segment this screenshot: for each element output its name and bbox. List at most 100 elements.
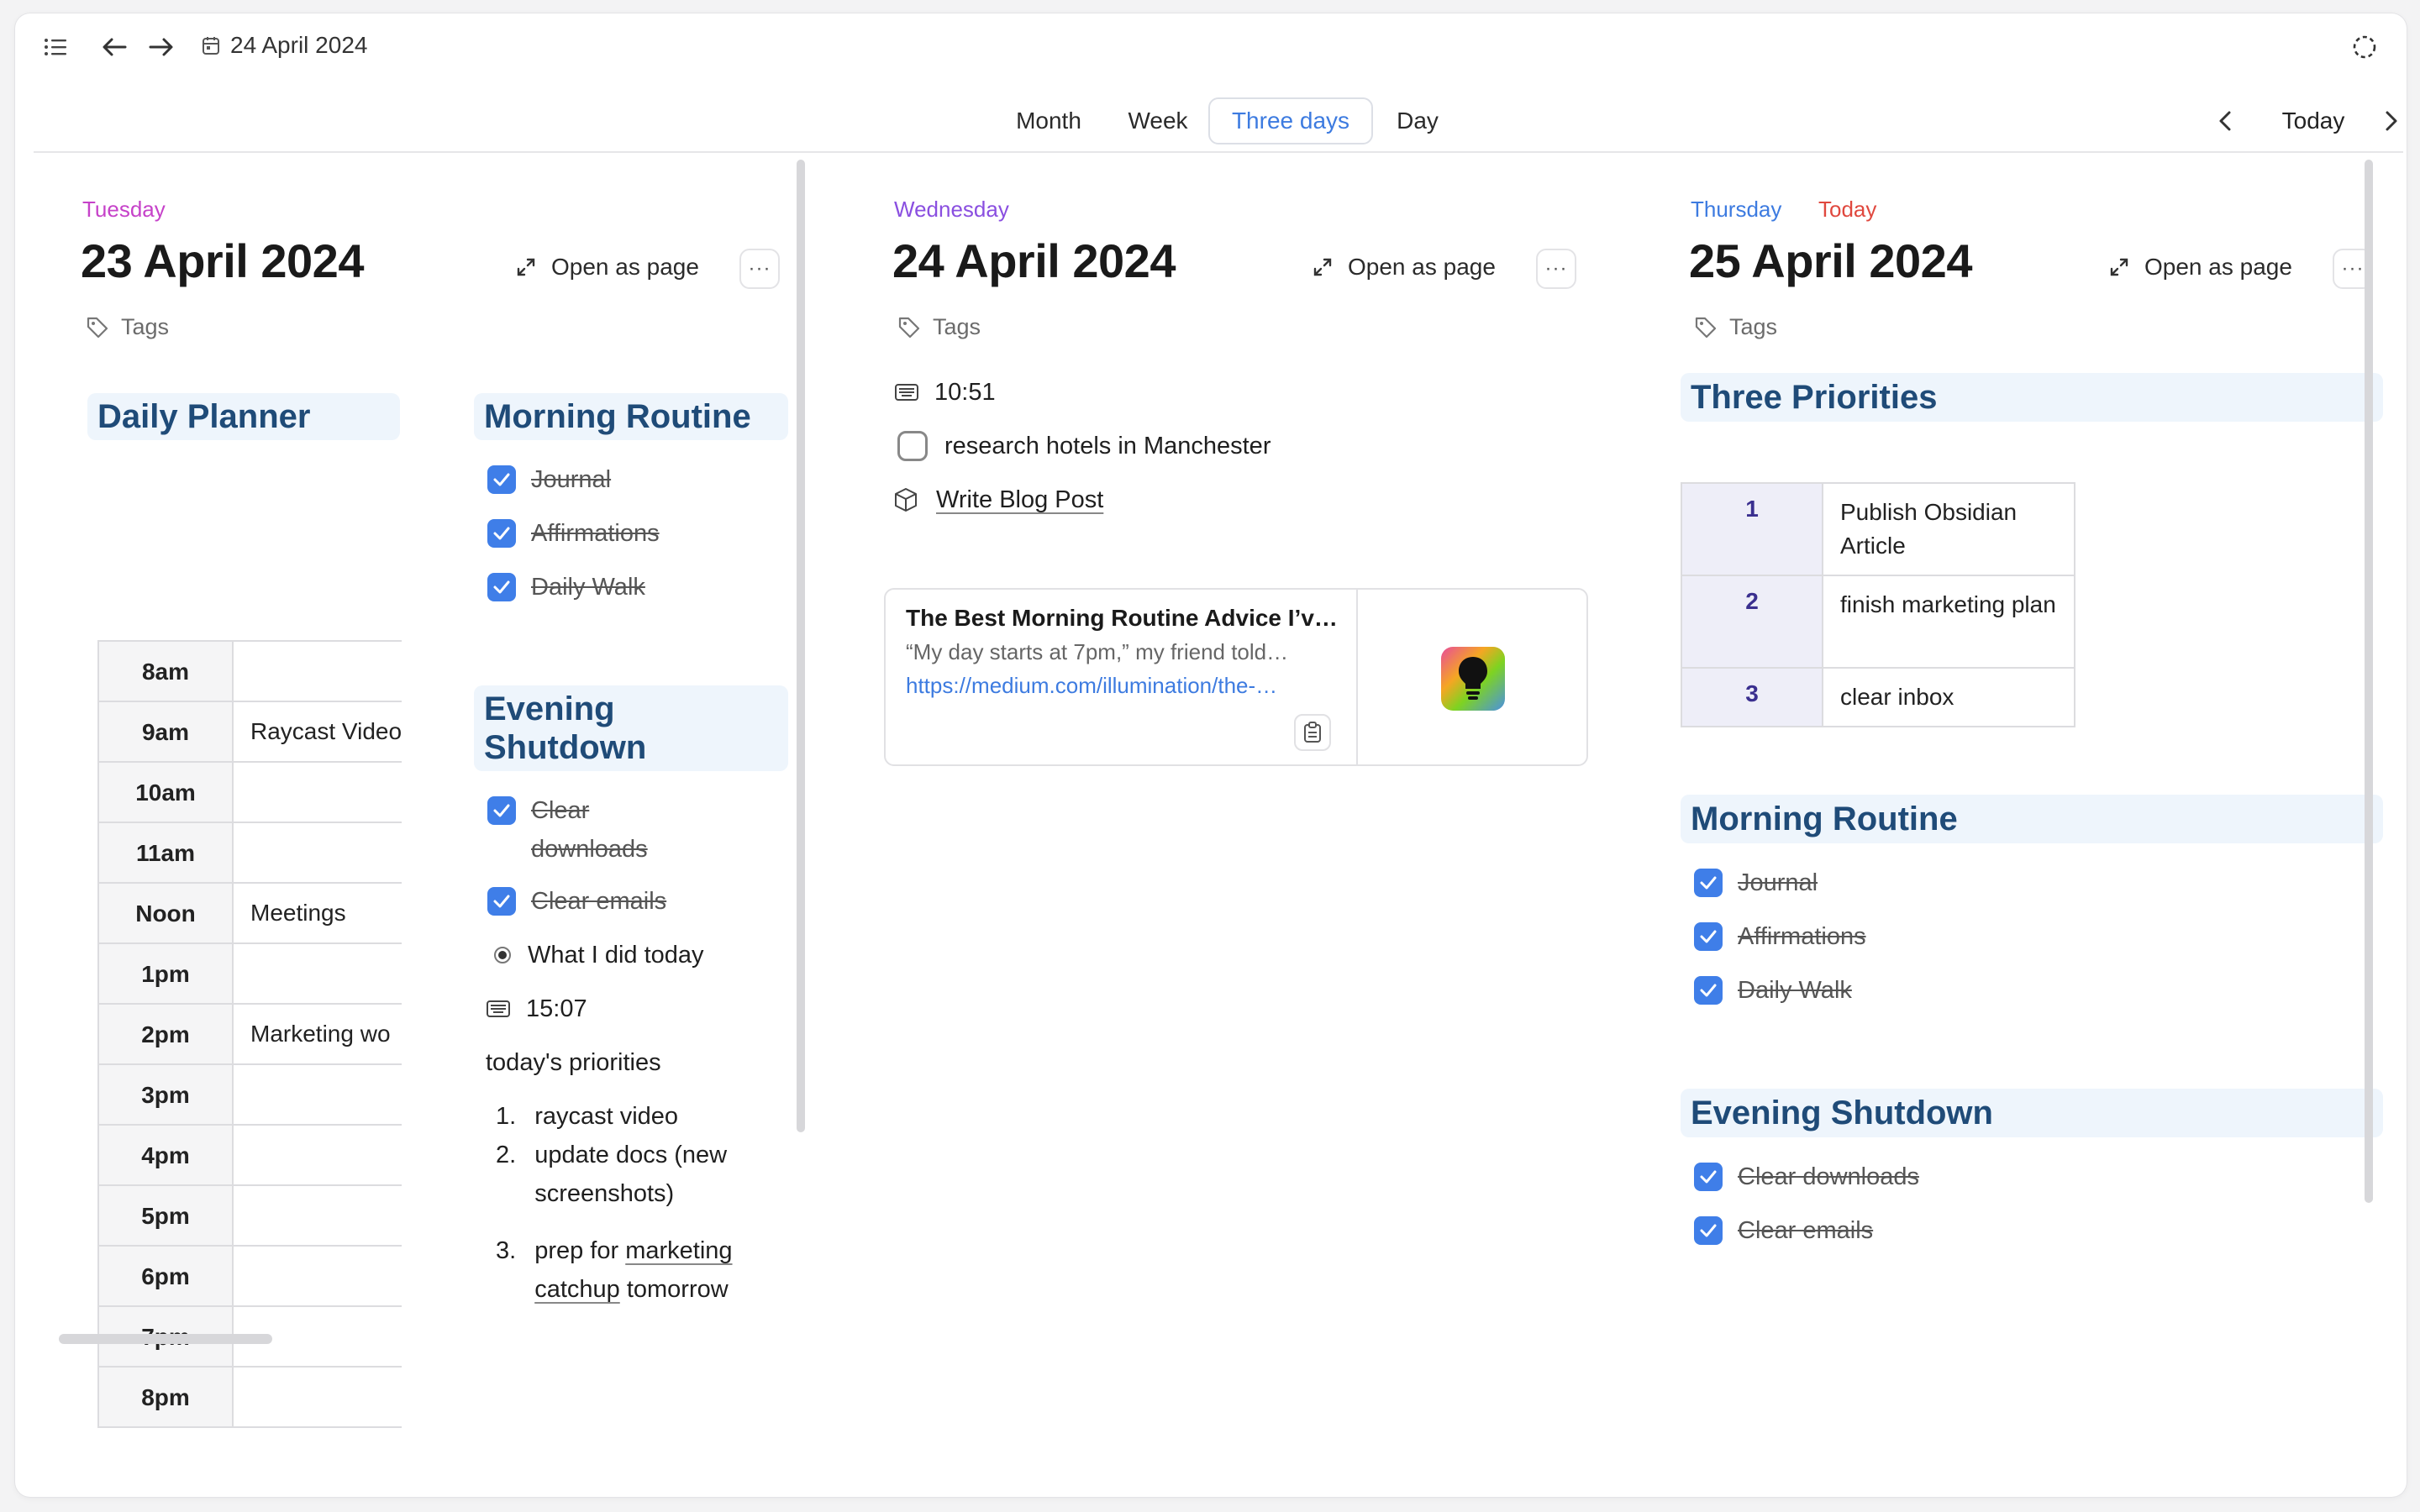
today-button[interactable]: Today [2260, 97, 2366, 144]
checked-checkbox-icon[interactable] [487, 465, 516, 494]
tags-label: Tags [933, 314, 981, 339]
planner-time-cell: 5pm [99, 1186, 234, 1247]
weekday-label: Thursday [1691, 197, 1782, 222]
table-row: 10am [99, 761, 402, 823]
checklist-item-label: Clear emails [531, 888, 667, 915]
checklist-item[interactable]: Affirmations [1694, 917, 1866, 956]
checklist-item[interactable]: Clear downloads [487, 791, 648, 869]
planner-entry-cell[interactable] [234, 642, 250, 701]
tags-property[interactable]: Tags [1694, 314, 1777, 340]
open-as-page-button[interactable]: Open as page [2109, 254, 2292, 281]
checklist-item[interactable]: Daily Walk [1694, 971, 1852, 1010]
checklist-item-label: Clear downloads [531, 791, 648, 869]
unchecked-checkbox-icon[interactable] [897, 431, 928, 461]
marketing-catchup-link[interactable]: catchup [534, 1276, 620, 1303]
checked-checkbox-icon[interactable] [487, 887, 516, 916]
planner-entry-cell[interactable] [234, 944, 250, 1003]
planner-time-cell: 8am [99, 642, 234, 702]
checked-checkbox-icon[interactable] [1694, 869, 1723, 897]
priority-text[interactable]: Publish Obsidian Article [1823, 484, 2074, 575]
checklist-item[interactable]: Journal [1694, 864, 1818, 902]
tags-label: Tags [121, 314, 170, 339]
open-as-page-button[interactable]: Open as page [516, 254, 699, 281]
sidebar-toggle-icon[interactable] [39, 30, 72, 64]
planner-entry-cell[interactable]: Marketing wo [234, 1005, 391, 1063]
daily-planner-heading: Daily Planner [87, 393, 400, 440]
marketing-catchup-link[interactable]: marketing [625, 1237, 732, 1264]
checklist-item[interactable]: Daily Walk [487, 568, 645, 606]
tag-icon [898, 317, 920, 338]
vertical-scrollbar[interactable] [2365, 160, 2373, 1203]
link-preview-card[interactable]: The Best Morning Routine Advice I’ve… “M… [884, 588, 1588, 766]
list-item-label: update docs (new screenshots) [534, 1136, 727, 1213]
back-arrow-icon[interactable] [97, 30, 131, 64]
checked-checkbox-icon[interactable] [1694, 976, 1723, 1005]
evening-shutdown-heading: Evening Shutdown [1681, 1089, 2383, 1137]
tags-property[interactable]: Tags [86, 314, 169, 340]
checklist-item[interactable]: Clear emails [487, 882, 666, 921]
priority-text[interactable]: clear inbox [1823, 669, 2074, 726]
open-as-page-label: Open as page [1348, 254, 1496, 280]
checked-checkbox-icon[interactable] [487, 796, 516, 825]
date-title: 23 April 2024 [81, 234, 364, 287]
planner-time-cell: 3pm [99, 1065, 234, 1126]
time-stamp: 10:51 [894, 373, 996, 412]
task-item[interactable]: research hotels in Manchester [897, 427, 1270, 465]
write-blog-post-link[interactable]: Write Blog Post [936, 480, 1103, 519]
breadcrumb[interactable]: 24 April 2024 [202, 29, 367, 62]
planner-entry-cell[interactable] [234, 1126, 250, 1184]
planner-entry-cell[interactable]: Raycast Video [234, 702, 402, 761]
linked-page-item[interactable]: Write Blog Post [894, 480, 1103, 519]
task-item-label: research hotels in Manchester [944, 433, 1271, 459]
checklist-item-label: Daily Walk [1738, 977, 1852, 1004]
planner-entry-cell[interactable] [234, 1368, 250, 1426]
horizontal-scrollbar[interactable] [59, 1334, 272, 1344]
link-preview-title: The Best Morning Routine Advice I’ve… [906, 605, 1343, 631]
tags-property[interactable]: Tags [897, 314, 981, 340]
table-bottom-border [99, 1426, 402, 1428]
planner-entry-cell[interactable]: Meetings [234, 884, 346, 942]
loading-circle-icon[interactable] [2348, 30, 2381, 64]
checked-checkbox-icon[interactable] [1694, 1216, 1723, 1245]
checked-checkbox-icon[interactable] [1694, 922, 1723, 951]
date-title: 24 April 2024 [892, 234, 1176, 287]
planner-entry-cell[interactable] [234, 1065, 250, 1124]
table-row: Noon Meetings [99, 882, 402, 944]
next-chevron-icon[interactable] [2373, 97, 2407, 144]
checklist-item[interactable]: Journal [487, 460, 611, 499]
checked-checkbox-icon[interactable] [487, 573, 516, 601]
planner-entry-cell[interactable] [234, 763, 250, 822]
view-month-button[interactable]: Month [998, 97, 1099, 144]
table-row: 1 Publish Obsidian Article [1682, 484, 2074, 575]
checklist-item[interactable]: Affirmations [487, 514, 660, 553]
checked-checkbox-icon[interactable] [1694, 1163, 1723, 1191]
more-options-button[interactable]: ··· [1536, 249, 1576, 289]
top-bar: 24 April 2024 [15, 13, 2407, 74]
numbered-item: 3. prep for marketing catchup tomorrow [496, 1231, 733, 1309]
priority-text[interactable]: finish marketing plan [1823, 576, 2074, 667]
view-three-days-button[interactable]: Three days [1208, 97, 1373, 144]
table-row: 6pm [99, 1245, 402, 1307]
link-preview-url[interactable]: https://medium.com/illumination/the-… [906, 669, 1343, 702]
open-as-page-button[interactable]: Open as page [1313, 254, 1496, 281]
list-number: 3. [496, 1237, 517, 1264]
vertical-scrollbar[interactable] [797, 160, 805, 1132]
checklist-item[interactable]: Clear downloads [1694, 1158, 1919, 1196]
forward-arrow-icon[interactable] [145, 30, 178, 64]
previous-chevron-icon[interactable] [2207, 97, 2244, 144]
bullet-item[interactable]: What I did today [492, 936, 704, 974]
planner-entry-cell[interactable] [234, 1247, 250, 1305]
checklist-item-label: Journal [1738, 869, 1818, 896]
table-row: 3pm [99, 1063, 402, 1126]
expand-icon [2110, 258, 2128, 276]
planner-entry-cell[interactable] [234, 1186, 250, 1245]
planner-entry-cell[interactable] [234, 823, 250, 882]
three-priorities-heading: Three Priorities [1681, 373, 2383, 422]
view-week-button[interactable]: Week [1111, 97, 1205, 144]
checklist-item[interactable]: Clear emails [1694, 1211, 1873, 1250]
table-row: 8pm [99, 1366, 402, 1428]
more-options-button[interactable]: ··· [739, 249, 780, 289]
copy-clipboard-icon[interactable] [1294, 714, 1331, 751]
checked-checkbox-icon[interactable] [487, 519, 516, 548]
view-day-button[interactable]: Day [1378, 97, 1457, 144]
